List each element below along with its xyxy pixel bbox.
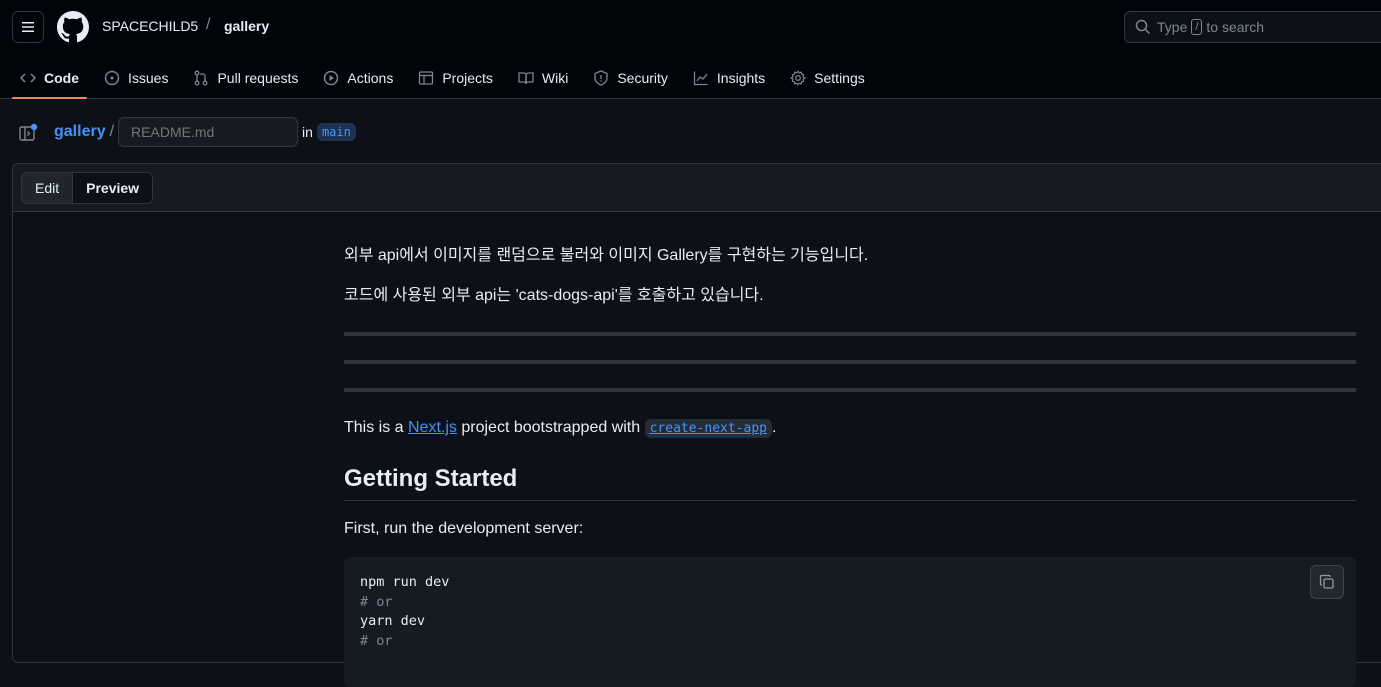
editor-header: Edit Preview [13,164,1381,212]
tab-actions[interactable]: Actions [315,56,401,99]
run-server-paragraph: First, run the development server: [344,520,584,537]
tab-wiki[interactable]: Wiki [510,56,576,99]
code-line: # or [360,632,393,649]
code-icon [20,72,36,83]
book-icon [518,71,534,84]
pull-request-icon [195,70,208,85]
edit-tab[interactable]: Edit [22,173,72,203]
issue-icon [104,70,120,85]
menu-button[interactable] [12,11,44,43]
github-logo-icon[interactable] [57,11,89,43]
getting-started-heading: Getting Started [344,465,1356,501]
branch-name[interactable]: main [316,123,356,141]
tab-security[interactable]: Security [585,56,676,99]
intro-paragraph: This is a Next.js project bootstrapped w… [344,416,1356,441]
tab-code-label: Code [44,69,79,86]
filename-input[interactable] [118,117,299,147]
tab-settings[interactable]: Settings [782,56,873,99]
copy-icon [1319,574,1334,589]
tab-settings-label: Settings [814,69,865,86]
create-next-app-link[interactable]: create-next-app [644,419,772,438]
code-line: yarn dev [360,613,426,629]
owner-repo-separator: / [206,16,211,33]
code-line: # or [360,593,393,610]
play-icon [324,70,339,85]
code-line: npm run dev [360,574,450,590]
search-prefix-text: Type [1157,19,1188,35]
tab-pull-requests[interactable]: Pull requests [185,56,306,99]
horizontal-rule [344,332,1356,336]
tab-pull-requests-label: Pull requests [217,69,299,86]
sidebar-toggle-icon[interactable] [18,122,38,142]
app-header: SPACECHILD5 / gallery Type / to search C… [0,0,1381,99]
horizontal-rule [344,388,1356,392]
table-icon [419,70,434,85]
hamburger-icon [22,22,34,32]
search-suffix-text: to search [1206,19,1265,35]
api-paragraph: 코드에 사용된 외부 api는 'cats-dogs-api'를 호출하고 있습… [344,287,764,304]
copy-button[interactable] [1310,565,1344,599]
path-repo-link[interactable]: gallery [54,123,106,141]
tab-wiki-label: Wiki [541,69,569,86]
repo-nav: Code Issues Pull requests Actions Projec… [12,56,882,99]
edit-preview-tabs: Edit Preview [21,172,154,204]
code-block: npm run dev # or yarn dev # or [344,557,1356,687]
description-paragraph: 외부 api에서 이미지를 랜덤으로 불러와 이미지 Gallery를 구현하는… [344,247,869,264]
tab-security-label: Security [617,69,668,86]
intro-text: project bootstrapped with [456,419,645,436]
intro-text: This is a [344,419,409,436]
markdown-preview: 외부 api에서 이미지를 랜덤으로 불러와 이미지 Gallery를 구현하는… [344,234,1356,687]
repo-owner-link[interactable]: SPACECHILD5 [102,18,198,34]
tab-projects-label: Projects [442,69,493,86]
tab-issues-label: Issues [128,69,169,86]
tab-code[interactable]: Code [12,56,87,99]
tab-insights[interactable]: Insights [685,56,773,99]
gear-icon [790,69,807,86]
graph-icon [693,71,708,85]
tab-projects[interactable]: Projects [410,56,501,99]
preview-tab[interactable]: Preview [72,173,153,203]
intro-text: . [772,419,777,436]
nextjs-link[interactable]: Next.js [408,419,457,436]
search-input[interactable]: Type / to search [1124,11,1381,43]
file-path-bar: gallery / in main [18,116,356,148]
path-separator: / [109,123,115,140]
shield-icon [594,69,608,86]
search-icon [1135,19,1151,35]
tab-insights-label: Insights [716,69,766,86]
tab-issues[interactable]: Issues [96,56,176,99]
repo-name-link[interactable]: gallery [224,18,269,34]
horizontal-rule [344,360,1356,364]
in-label: in [302,124,313,140]
file-editor: Edit Preview 외부 api에서 이미지를 랜덤으로 불러와 이미지 … [12,163,1381,687]
search-shortcut-key: / [1191,19,1203,35]
tab-actions-label: Actions [347,69,394,86]
